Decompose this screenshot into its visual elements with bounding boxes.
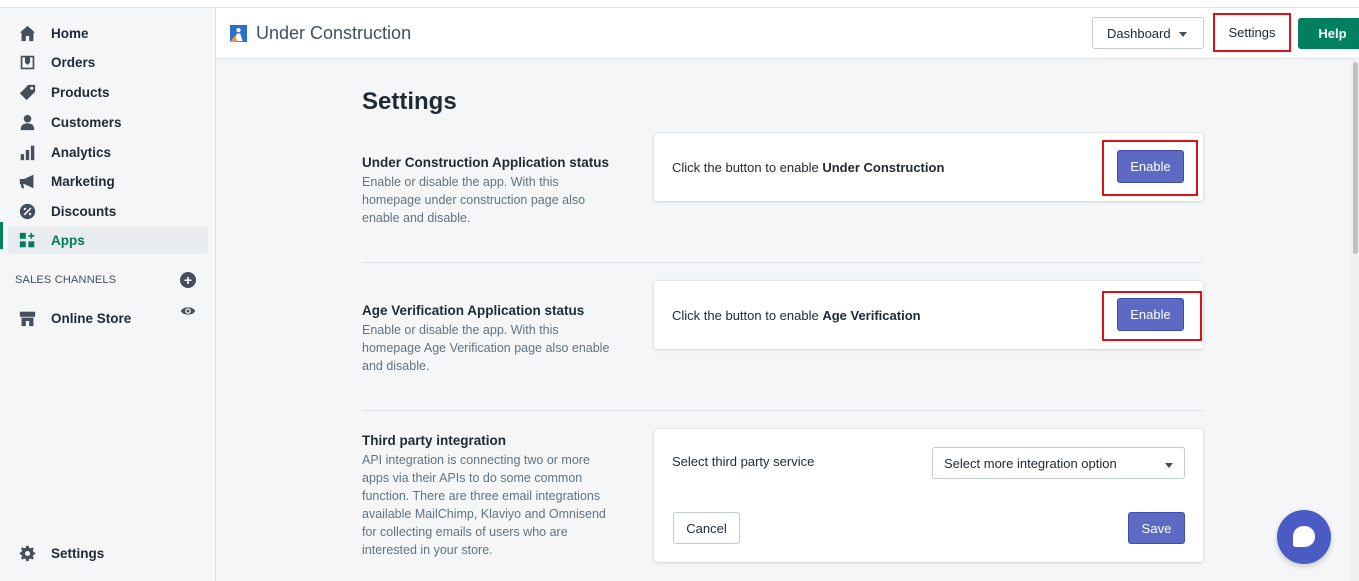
chat-icon bbox=[1293, 526, 1315, 547]
card-app-name: Age Verification bbox=[822, 308, 921, 323]
sidebar-item-discounts[interactable]: Discounts bbox=[8, 198, 208, 225]
scrollbar-thumb[interactable] bbox=[1353, 62, 1358, 254]
settings-button[interactable]: Settings bbox=[1213, 13, 1291, 52]
chevron-down-icon bbox=[1165, 463, 1173, 468]
person-icon bbox=[17, 113, 37, 133]
highlight-box bbox=[1102, 291, 1202, 341]
card-text: Click the button to enable Age Verificat… bbox=[672, 308, 921, 323]
sidebar-item-label: Home bbox=[51, 26, 89, 41]
sidebar-item-apps[interactable]: Apps bbox=[8, 227, 208, 254]
sidebar-item-marketing[interactable]: Marketing bbox=[8, 168, 208, 195]
sidebar-item-home[interactable]: Home bbox=[8, 20, 208, 47]
sales-channels-title: SALES CHANNELS bbox=[15, 274, 117, 286]
window-top-edge bbox=[0, 0, 1359, 8]
select-value: Select more integration option bbox=[944, 455, 1117, 471]
section-description: API integration is connecting two or mor… bbox=[362, 453, 606, 557]
add-channel-icon[interactable]: + bbox=[180, 272, 196, 288]
sidebar-item-label: Analytics bbox=[51, 145, 112, 160]
gear-icon bbox=[17, 544, 37, 564]
card-text: Click the button to enable Under Constru… bbox=[672, 160, 945, 175]
section-heading: Under Construction Application status bbox=[362, 155, 610, 170]
sidebar-item-analytics[interactable]: Analytics bbox=[8, 139, 208, 166]
chat-launcher-button[interactable] bbox=[1277, 510, 1331, 564]
tag-icon bbox=[17, 83, 37, 103]
sidebar-item-customers[interactable]: Customers bbox=[8, 109, 208, 136]
sidebar-item-label: Products bbox=[51, 85, 110, 100]
home-icon bbox=[17, 24, 37, 44]
sidebar-item-label: Online Store bbox=[51, 311, 132, 326]
page-title: Settings bbox=[362, 88, 457, 115]
megaphone-icon bbox=[17, 172, 37, 192]
select-label: Select third party service bbox=[672, 454, 815, 469]
app-title: Under Construction bbox=[256, 23, 412, 43]
dashboard-dropdown[interactable]: Dashboard bbox=[1092, 17, 1204, 49]
app-logo-icon bbox=[230, 25, 247, 42]
chevron-down-icon bbox=[1179, 32, 1187, 37]
cancel-button[interactable]: Cancel bbox=[673, 512, 740, 544]
card-app-name: Under Construction bbox=[822, 160, 945, 175]
apps-icon bbox=[17, 231, 37, 251]
section-heading: Age Verification Application status bbox=[362, 303, 585, 318]
divider bbox=[362, 410, 1203, 411]
highlight-box bbox=[1102, 140, 1198, 196]
app-header: Under Construction Dashboard Settings He… bbox=[216, 8, 1359, 59]
orders-icon bbox=[17, 53, 37, 73]
integration-select[interactable]: Select more integration option bbox=[932, 447, 1185, 479]
active-indicator bbox=[0, 222, 3, 249]
sidebar-item-label: Apps bbox=[51, 233, 85, 248]
help-button[interactable]: Help bbox=[1298, 18, 1359, 49]
dashboard-label: Dashboard bbox=[1107, 25, 1171, 41]
save-button[interactable]: Save bbox=[1128, 512, 1185, 544]
divider bbox=[362, 262, 1203, 263]
sidebar-item-label: Settings bbox=[51, 546, 105, 561]
store-icon bbox=[17, 309, 37, 329]
sidebar-item-label: Marketing bbox=[51, 174, 115, 189]
discount-icon bbox=[17, 202, 37, 222]
sidebar-item-label: Orders bbox=[51, 55, 96, 70]
sidebar-item-products[interactable]: Products bbox=[8, 79, 208, 106]
section-description: Enable or disable the app. With this hom… bbox=[362, 175, 586, 225]
eye-icon[interactable] bbox=[180, 303, 196, 319]
sidebar-item-label: Discounts bbox=[51, 204, 117, 219]
sidebar-item-settings[interactable]: Settings bbox=[8, 540, 208, 567]
sidebar-item-label: Customers bbox=[51, 115, 122, 130]
sidebar-item-online-store[interactable]: Online Store bbox=[8, 305, 208, 332]
section-description: Enable or disable the app. With this hom… bbox=[362, 323, 610, 373]
section-heading: Third party integration bbox=[362, 433, 507, 448]
sidebar-item-orders[interactable]: Orders bbox=[8, 49, 208, 76]
bar-chart-icon bbox=[17, 143, 37, 163]
